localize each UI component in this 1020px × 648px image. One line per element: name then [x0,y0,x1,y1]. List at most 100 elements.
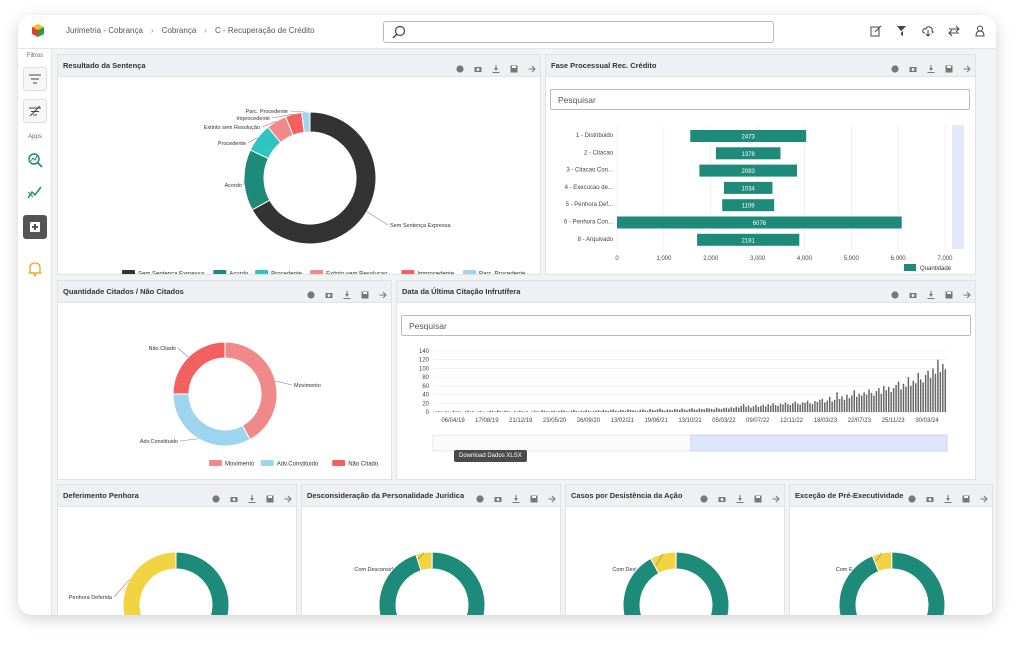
panel-toolbar [476,490,556,503]
panel-resultado-sentenca: Resultado da Sentença Sem Sentença Expre… [57,54,541,275]
legend-swatch [332,460,346,466]
bar [851,395,853,412]
camera-lens [476,68,480,71]
x-tick-label: 17/08/19 [475,418,499,424]
global-search-input[interactable] [383,21,774,43]
arrow-right-icon[interactable] [284,490,292,503]
save-icon[interactable] [962,490,970,503]
bar [944,369,947,412]
bar [870,392,873,412]
save-icon[interactable] [530,490,538,503]
x-tick-label: 09/07/22 [746,418,770,424]
download-icon[interactable] [736,490,744,503]
bar [814,401,816,412]
category-label: 8 - Arquivado [578,237,614,243]
breadcrumb-item-jurimetria[interactable]: Jurimetria - Cobrança [66,26,143,35]
bar [627,409,629,412]
bar [755,405,757,412]
bar [880,393,883,412]
camera-icon[interactable] [230,490,238,502]
download-icon[interactable] [492,60,500,73]
download-icon[interactable] [248,490,256,503]
clear-filter-icon[interactable] [896,24,908,37]
panel-header: Deferimento Penhora [58,485,296,507]
camera-icon[interactable] [926,490,934,502]
category-label: 5 - Penhora Def... [566,202,614,208]
arrow-right-icon[interactable] [772,490,780,503]
legend-label: Quantidade [920,266,952,272]
bar [789,405,792,412]
bar-value-label: 6076 [753,221,767,227]
breadcrumb-separator-icon: › [150,26,154,35]
cloud-download-icon[interactable] [922,24,934,37]
category-label: 4 - Execucao de... [565,185,614,191]
bar [868,389,870,412]
info-shape [456,65,464,73]
fase-bar-chart: 0 1,000 2,000 3,000 4,000 5,000 6,000 7,000 1 - … [564,125,964,272]
camera-icon[interactable] [474,60,482,72]
analytics-search-icon[interactable] [27,152,43,168]
panel-toolbar [908,490,988,503]
bar [634,410,637,412]
camera-icon[interactable] [718,490,726,502]
camera-icon[interactable] [494,490,502,502]
bar [651,409,654,412]
legend-swatch [310,270,324,274]
add-app-button[interactable] [23,215,47,239]
x-tick-label: 1,000 [656,256,672,262]
bar [661,409,664,412]
save-icon[interactable] [266,490,274,503]
info-icon[interactable] [307,286,315,299]
breadcrumb-item-cobranca[interactable]: Cobrança [162,26,197,35]
bar [848,398,851,412]
x-tick-label: 13/02/21 [611,418,635,424]
bar [843,399,846,412]
donut-slice [224,341,278,441]
bar [905,386,907,412]
arrow-right-icon[interactable] [379,286,387,299]
breadcrumb-item-recuperacao[interactable]: C - Recuperação de Crédito [215,26,315,35]
legend-label: Sem Sentenca Expressa [138,272,205,276]
bar [740,405,742,412]
save-icon[interactable] [754,490,762,503]
bar [782,404,784,412]
panel-title: Casos por Desistência da Ação [571,491,683,500]
info-shape [212,495,220,503]
save-label [532,496,536,498]
bar [713,409,715,412]
camera-lens [496,498,500,501]
bar [587,410,590,412]
info-icon[interactable] [700,490,708,503]
arrow-right-icon[interactable] [980,490,988,503]
download-icon[interactable] [512,490,520,503]
edit-icon[interactable] [870,24,882,37]
app-logo-icon[interactable] [31,24,45,38]
bar [472,411,474,412]
info-icon[interactable] [456,60,464,73]
save-icon[interactable] [361,286,369,299]
arrow-right-icon[interactable] [528,60,536,73]
bar [688,408,691,412]
arrow-right-icon[interactable] [548,490,556,503]
download-icon[interactable] [343,286,351,299]
filter-button[interactable] [23,67,47,91]
download-icon[interactable] [944,490,952,503]
swap-icon[interactable] [948,24,960,37]
trend-chart-icon[interactable] [27,184,43,200]
user-icon[interactable] [974,24,986,37]
info-icon[interactable] [908,490,916,503]
x-tick-label: 19/06/21 [644,418,668,424]
donut-slice [378,551,486,615]
info-icon[interactable] [476,490,484,503]
bar [563,410,565,412]
info-icon[interactable] [212,490,220,503]
panel-fase-processual: Fase Processual Rec. Crédito Pesquisar 0… [545,54,976,275]
camera-icon[interactable] [325,286,333,298]
bar [767,404,769,412]
bar [900,389,902,412]
bar-value-label: 2181 [742,238,756,244]
panel-quantidade-citados: Quantidade Citados / Não Citados Movimen… [57,280,392,480]
bell-icon[interactable] [27,261,43,277]
save-icon[interactable] [510,60,518,73]
clear-filters-button[interactable] [23,99,47,123]
